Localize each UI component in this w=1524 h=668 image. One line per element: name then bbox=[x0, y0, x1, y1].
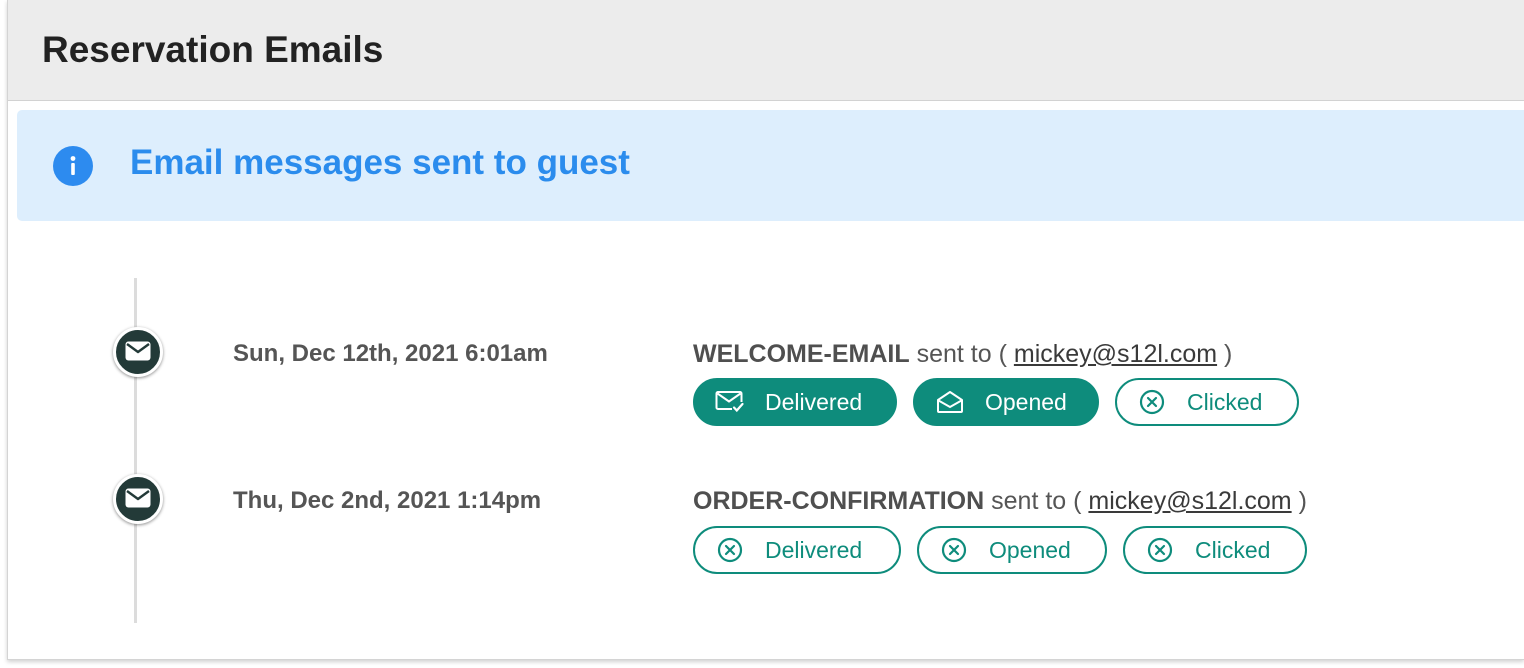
status-badge-label: Delivered bbox=[765, 536, 863, 563]
status-badge-label: Clicked bbox=[1187, 388, 1263, 415]
envelope-icon bbox=[113, 327, 163, 377]
status-badge-label: Opened bbox=[985, 388, 1067, 415]
sent-to-prefix: sent to ( bbox=[916, 340, 1007, 368]
sent-to-prefix: sent to ( bbox=[991, 487, 1082, 515]
sent-to-suffix: ) bbox=[1298, 487, 1307, 515]
sent-to-suffix: ) bbox=[1224, 340, 1233, 368]
recipient-email-link[interactable]: mickey@s12l.com bbox=[1088, 487, 1291, 515]
status-badge-clicked[interactable]: Clicked bbox=[1115, 378, 1299, 426]
info-banner: Email messages sent to guest bbox=[17, 110, 1524, 221]
circle-x-icon bbox=[715, 535, 745, 565]
envelope-icon bbox=[113, 474, 163, 524]
status-badge-opened[interactable]: Opened bbox=[913, 378, 1099, 426]
email-summary: WELCOME-EMAIL sent to ( mickey@s12l.com … bbox=[693, 339, 1232, 369]
status-badge-label: Opened bbox=[989, 536, 1071, 563]
status-badges: Delivered Opened Clicked bbox=[693, 378, 1299, 426]
status-badge-label: Clicked bbox=[1195, 536, 1271, 563]
info-banner-text: Email messages sent to guest bbox=[130, 143, 630, 182]
email-template-name: WELCOME-EMAIL bbox=[693, 340, 910, 368]
envelope-open-icon bbox=[935, 387, 965, 417]
email-summary: ORDER-CONFIRMATION sent to ( mickey@s12l… bbox=[693, 486, 1307, 516]
circle-x-icon bbox=[1137, 387, 1167, 417]
info-icon bbox=[53, 146, 93, 186]
circle-x-icon bbox=[1145, 535, 1175, 565]
panel-title: Reservation Emails bbox=[42, 29, 384, 70]
email-template-name: ORDER-CONFIRMATION bbox=[693, 487, 985, 515]
circle-x-icon bbox=[939, 535, 969, 565]
reservation-emails-panel: Reservation Emails Email messages sent t… bbox=[7, 0, 1524, 660]
email-sent-date: Thu, Dec 2nd, 2021 1:14pm bbox=[233, 487, 542, 514]
status-badges: Delivered Opened Clicked bbox=[693, 526, 1307, 574]
panel-header: Reservation Emails bbox=[8, 0, 1524, 101]
status-badge-delivered[interactable]: Delivered bbox=[693, 378, 897, 426]
status-badge-label: Delivered bbox=[765, 388, 863, 415]
envelope-check-icon bbox=[715, 387, 745, 417]
recipient-email-link[interactable]: mickey@s12l.com bbox=[1014, 340, 1217, 368]
status-badge-delivered[interactable]: Delivered bbox=[693, 526, 901, 574]
status-badge-clicked[interactable]: Clicked bbox=[1123, 526, 1307, 574]
email-sent-date: Sun, Dec 12th, 2021 6:01am bbox=[233, 340, 548, 367]
status-badge-opened[interactable]: Opened bbox=[917, 526, 1107, 574]
